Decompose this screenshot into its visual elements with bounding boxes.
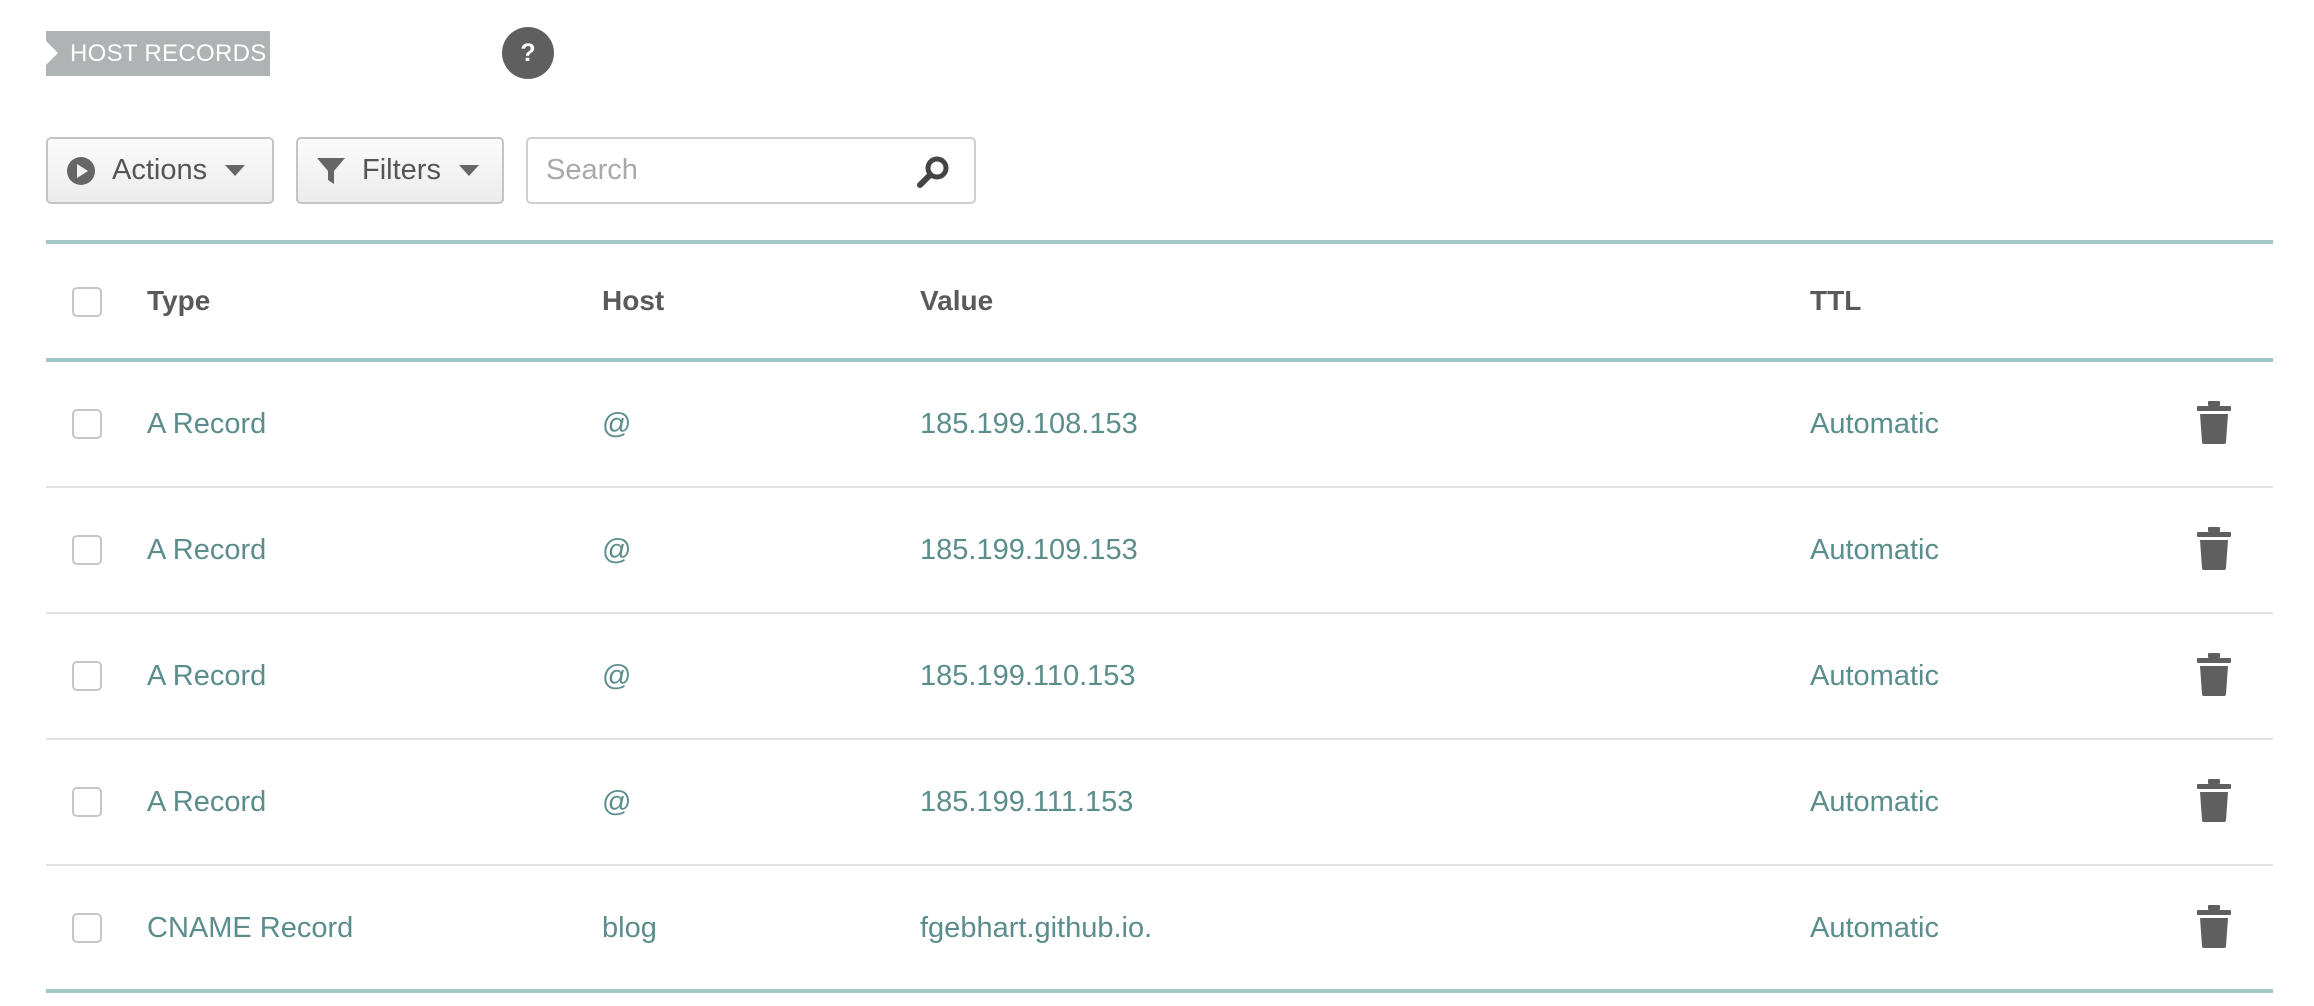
table-row: A Record @ 185.199.109.153 Automatic [46,488,2273,614]
table-row: CNAME Record blog fgebhart.github.io. Au… [46,866,2273,993]
funnel-icon [316,156,346,186]
record-value[interactable]: 185.199.108.153 [920,362,1138,486]
row-checkbox[interactable] [72,913,102,943]
table-row: A Record @ 185.199.108.153 Automatic [46,362,2273,488]
record-value[interactable]: 185.199.109.153 [920,488,1138,612]
search-input[interactable] [544,153,908,188]
table-row: A Record @ 185.199.110.153 Automatic [46,614,2273,740]
host-records-panel: HOST RECORDS ? Actions Filters Search Ty… [0,0,2314,1006]
filters-button[interactable]: Filters [296,137,504,204]
record-type[interactable]: A Record [147,740,266,864]
select-all-checkbox[interactable] [72,287,102,317]
record-host[interactable]: @ [602,362,631,486]
trash-icon[interactable] [2196,652,2232,696]
section-tag-host-records: HOST RECORDS [46,31,270,76]
help-button[interactable]: ? [502,27,554,79]
trash-icon[interactable] [2196,526,2232,570]
record-host[interactable]: @ [602,614,631,738]
actions-button[interactable]: Actions [46,137,274,204]
header-value[interactable]: Value [920,244,993,358]
row-checkbox[interactable] [72,535,102,565]
header-host[interactable]: Host [602,244,664,358]
caret-down-icon [458,165,479,176]
header-ttl[interactable]: TTL [1810,244,1861,358]
record-type[interactable]: A Record [147,488,266,612]
record-ttl[interactable]: Automatic [1810,362,1939,486]
record-ttl[interactable]: Automatic [1810,740,1939,864]
trash-icon[interactable] [2196,778,2232,822]
record-type[interactable]: CNAME Record [147,866,353,990]
play-circle-icon [66,156,96,186]
search-icon[interactable] [916,155,950,189]
record-type[interactable]: A Record [147,614,266,738]
table-header-row: Type Host Value TTL [46,240,2273,362]
host-records-table: Type Host Value TTL A Record @ 185.199.1… [46,240,2273,993]
row-checkbox[interactable] [72,661,102,691]
record-ttl[interactable]: Automatic [1810,488,1939,612]
search-box [526,137,976,204]
actions-label: Actions [112,154,208,186]
trash-icon[interactable] [2196,400,2232,444]
table-row: A Record @ 185.199.111.153 Automatic [46,740,2273,866]
trash-icon[interactable] [2196,904,2232,948]
header-type[interactable]: Type [147,244,210,358]
caret-down-icon [225,165,246,176]
record-value[interactable]: 185.199.111.153 [920,740,1133,864]
record-ttl[interactable]: Automatic [1810,866,1939,990]
record-ttl[interactable]: Automatic [1810,614,1939,738]
record-host[interactable]: @ [602,740,631,864]
record-type[interactable]: A Record [147,362,266,486]
record-host[interactable]: @ [602,488,631,612]
record-host[interactable]: blog [602,866,657,990]
record-value[interactable]: fgebhart.github.io. [920,866,1152,990]
record-value[interactable]: 185.199.110.153 [920,614,1136,738]
row-checkbox[interactable] [72,409,102,439]
filters-label: Filters [362,154,441,186]
row-checkbox[interactable] [72,787,102,817]
